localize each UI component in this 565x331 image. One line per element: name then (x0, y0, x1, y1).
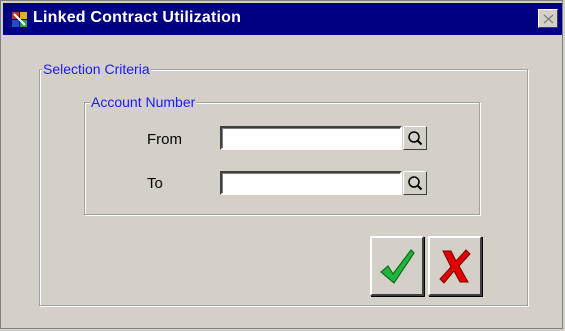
magnifier-icon (408, 131, 423, 146)
dialog-window: Linked Contract Utilization Selection Cr… (0, 0, 563, 329)
cancel-button[interactable] (428, 236, 482, 296)
selection-criteria-group: Selection Criteria Account Number From T… (39, 61, 528, 306)
magnifier-icon (408, 176, 423, 191)
account-from-input[interactable] (220, 126, 402, 150)
selection-criteria-legend: Selection Criteria (42, 61, 151, 77)
close-icon (543, 13, 553, 24)
from-label: From (147, 131, 182, 148)
app-icon (12, 12, 27, 27)
to-label: To (147, 175, 163, 192)
close-button[interactable] (538, 9, 558, 28)
account-to-lookup-button[interactable] (403, 171, 427, 195)
account-number-group: Account Number From To (84, 94, 480, 215)
checkmark-icon (380, 249, 415, 284)
title-bar[interactable]: Linked Contract Utilization (3, 3, 562, 35)
window-title: Linked Contract Utilization (33, 9, 242, 26)
cross-icon (439, 249, 471, 284)
account-number-legend: Account Number (90, 94, 197, 110)
account-to-input[interactable] (220, 171, 402, 195)
account-from-lookup-button[interactable] (403, 126, 427, 150)
ok-button[interactable] (370, 236, 424, 296)
